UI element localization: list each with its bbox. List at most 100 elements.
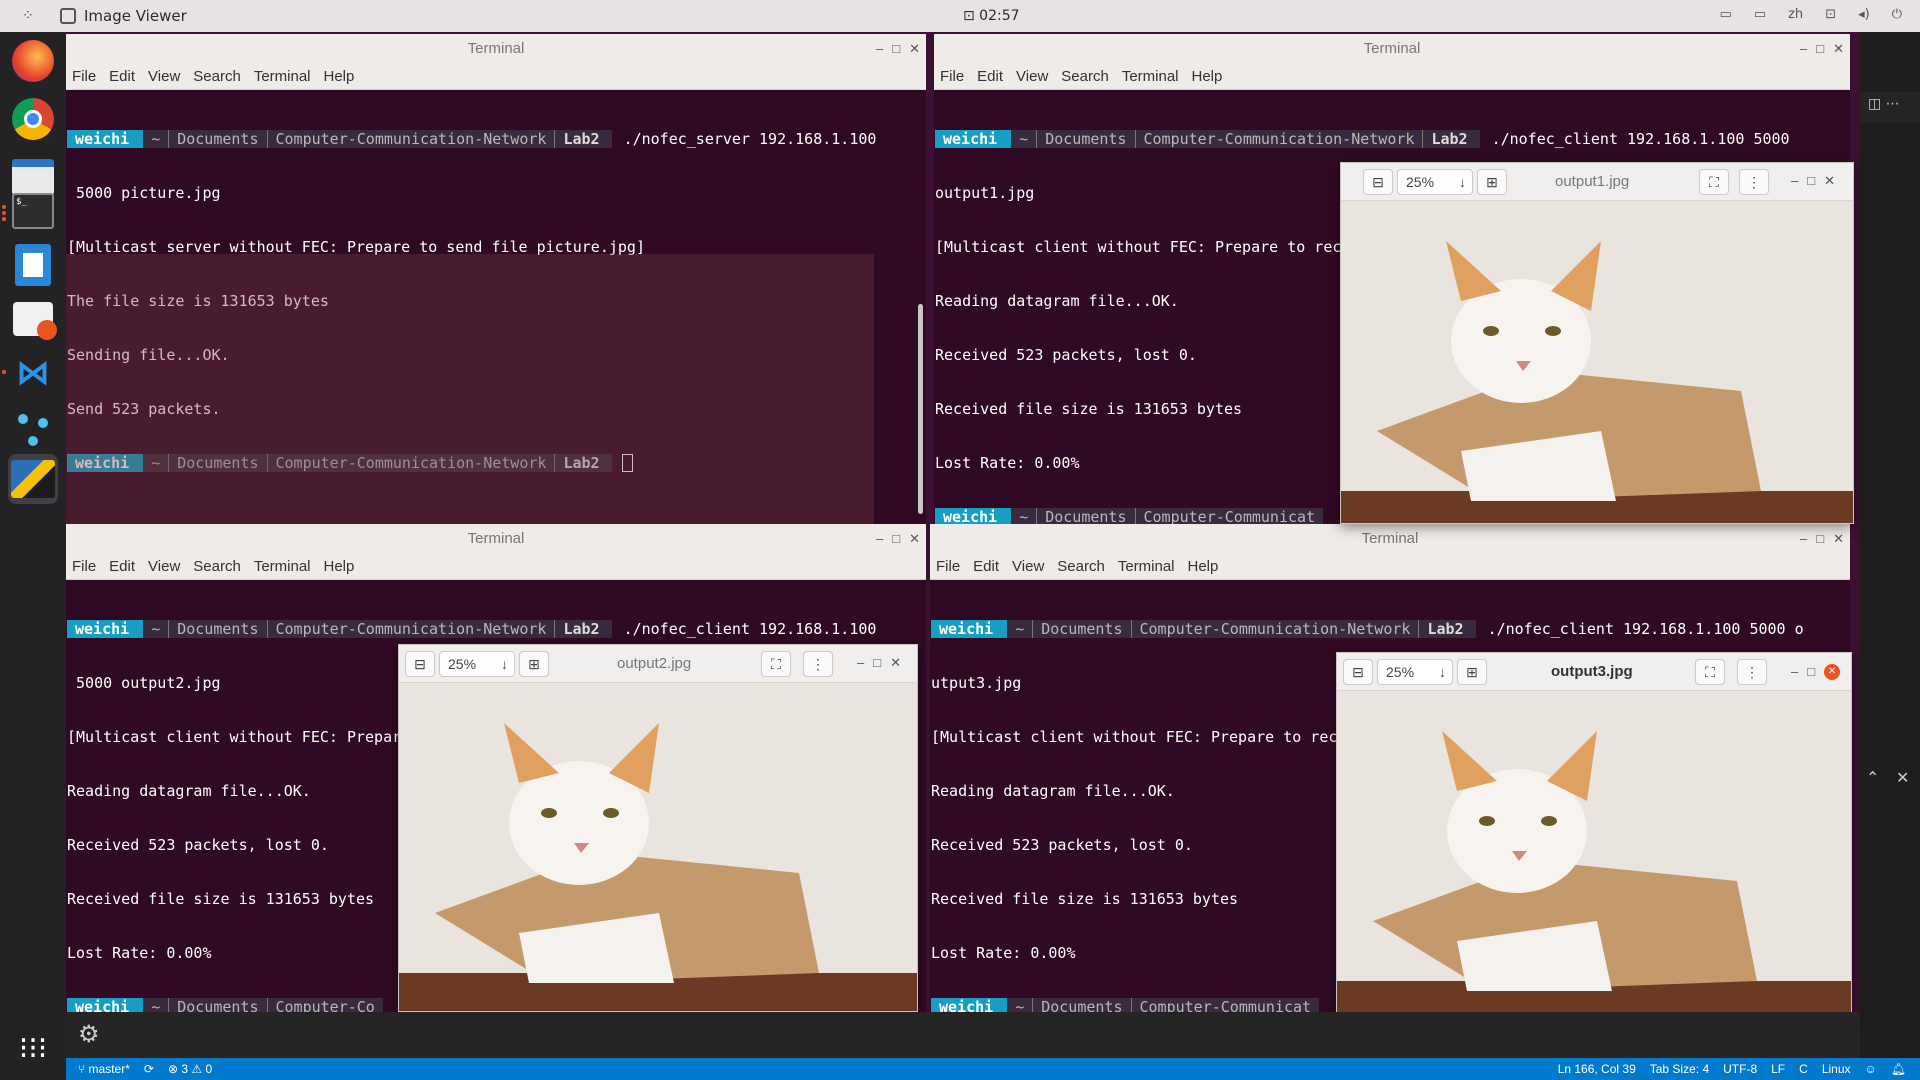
libreoffice-writer-icon[interactable] — [8, 240, 58, 290]
menu-edit[interactable]: Edit — [109, 558, 135, 575]
image-viewer-window[interactable]: ⊟ 25% ↓ ⊞ output3.jpg ⛶ ⋮ – □ ✕ — [1336, 652, 1852, 1014]
menu-icon[interactable]: ⋮ — [803, 651, 833, 677]
zoom-in-icon[interactable]: ⊞ — [1457, 659, 1487, 685]
image-viewer-icon[interactable] — [8, 454, 58, 504]
close-panel-icon[interactable]: ✕ — [1896, 768, 1909, 787]
tray-icon[interactable]: ▭ — [1754, 7, 1766, 22]
menu-terminal[interactable]: Terminal — [1118, 558, 1175, 575]
maximize-icon[interactable]: □ — [1816, 34, 1824, 64]
os-indicator[interactable]: Linux — [1822, 1062, 1851, 1076]
close-icon[interactable]: ✕ — [1833, 524, 1844, 554]
close-icon[interactable]: ✕ — [1833, 34, 1844, 64]
menu-help[interactable]: Help — [1188, 558, 1219, 575]
menu-file[interactable]: File — [940, 68, 964, 85]
menu-help[interactable]: Help — [324, 558, 355, 575]
menu-icon[interactable]: ⋮ — [1739, 169, 1769, 195]
fullscreen-icon[interactable]: ⛶ — [1699, 169, 1729, 195]
maximize-icon[interactable]: □ — [1816, 524, 1824, 554]
menu-edit[interactable]: Edit — [109, 68, 135, 85]
menu-help[interactable]: Help — [324, 68, 355, 85]
gear-icon[interactable]: ⚙ — [78, 1020, 100, 1048]
git-branch[interactable]: ⑂ master* — [78, 1062, 130, 1076]
line-ending[interactable]: LF — [1771, 1062, 1785, 1076]
image-viewer-window[interactable]: ⊟ 25% ↓ ⊞ output1.jpg ⛶ ⋮ – □ ✕ — [1340, 162, 1854, 524]
terminal-titlebar[interactable]: Terminal – □ ✕ — [66, 34, 926, 64]
minimize-icon[interactable]: – — [876, 524, 883, 554]
menu-view[interactable]: View — [1012, 558, 1044, 575]
show-applications-icon[interactable]: ⁝⁝⁝ — [8, 1024, 58, 1074]
minimize-icon[interactable]: – — [1800, 524, 1807, 554]
menu-view[interactable]: View — [148, 558, 180, 575]
menu-terminal[interactable]: Terminal — [1122, 68, 1179, 85]
fullscreen-icon[interactable]: ⛶ — [1695, 659, 1725, 685]
activities-icon[interactable]: ⁘ — [22, 8, 34, 24]
power-icon[interactable]: ⏻ — [1892, 7, 1902, 22]
notifications-icon[interactable]: 🔔︎ — [1891, 1062, 1906, 1076]
menu-search[interactable]: Search — [193, 68, 241, 85]
terminal-titlebar[interactable]: Terminal – □ ✕ — [66, 524, 926, 554]
terminal-window-server[interactable]: Terminal – □ ✕ File Edit View Search Terminal H… — [66, 34, 926, 524]
menu-edit[interactable]: Edit — [977, 68, 1003, 85]
split-editor-icon[interactable]: ◫ ⋯ — [1860, 92, 1920, 122]
clock[interactable]: ⊡ 02:57 — [963, 8, 1020, 24]
menu-view[interactable]: View — [1016, 68, 1048, 85]
viewer-headerbar[interactable]: ⊟ 25% ↓ ⊞ output3.jpg ⛶ ⋮ – □ ✕ — [1337, 653, 1851, 691]
maximize-icon[interactable]: □ — [1807, 173, 1815, 189]
tray-icon[interactable]: ▭ — [1720, 7, 1732, 22]
menu-file[interactable]: File — [936, 558, 960, 575]
image-viewer-window[interactable]: ⊟ 25% ↓ ⊞ output2.jpg ⛶ ⋮ – □ ✕ — [398, 644, 918, 1012]
terminal-icon[interactable]: $_ — [8, 186, 58, 236]
encoding[interactable]: UTF-8 — [1723, 1062, 1757, 1076]
chevron-up-icon[interactable]: ⌃ — [1866, 768, 1879, 787]
input-language[interactable]: zh — [1788, 7, 1803, 22]
terminal-titlebar[interactable]: Terminal – □ ✕ — [934, 34, 1850, 64]
menu-search[interactable]: Search — [1061, 68, 1109, 85]
chevron-down-icon[interactable]: ↓ — [501, 656, 508, 672]
menu-terminal[interactable]: Terminal — [254, 558, 311, 575]
minimize-icon[interactable]: – — [1791, 664, 1798, 680]
app-icon[interactable] — [8, 404, 58, 454]
menu-search[interactable]: Search — [1057, 558, 1105, 575]
chevron-down-icon[interactable]: ↓ — [1439, 664, 1446, 680]
menu-search[interactable]: Search — [193, 558, 241, 575]
viewer-headerbar[interactable]: ⊟ 25% ↓ ⊞ output1.jpg ⛶ ⋮ – □ ✕ — [1341, 163, 1853, 201]
zoom-out-icon[interactable]: ⊟ — [405, 651, 435, 677]
tab-size[interactable]: Tab Size: 4 — [1650, 1062, 1709, 1076]
volume-icon[interactable]: ◂) — [1858, 7, 1870, 22]
zoom-level-combo[interactable]: 25% ↓ — [1397, 169, 1473, 195]
chrome-icon[interactable] — [8, 94, 58, 144]
app-menu[interactable]: Image Viewer — [60, 7, 187, 25]
close-icon[interactable]: ✕ — [909, 524, 920, 554]
close-icon[interactable]: ✕ — [1824, 173, 1835, 189]
problems-indicator[interactable]: ⊗ 3 ⚠ 0 — [168, 1062, 212, 1076]
cursor-position[interactable]: Ln 166, Col 39 — [1558, 1062, 1636, 1076]
maximize-icon[interactable]: □ — [892, 524, 900, 554]
minimize-icon[interactable]: – — [857, 655, 864, 671]
scrollbar-thumb[interactable] — [918, 304, 923, 514]
menu-file[interactable]: File — [72, 558, 96, 575]
menu-terminal[interactable]: Terminal — [254, 68, 311, 85]
maximize-icon[interactable]: □ — [892, 34, 900, 64]
language-mode[interactable]: C — [1799, 1062, 1808, 1076]
firefox-icon[interactable] — [8, 36, 58, 86]
maximize-icon[interactable]: □ — [873, 655, 881, 671]
close-icon[interactable]: ✕ — [909, 34, 920, 64]
close-icon[interactable]: ✕ — [1824, 664, 1841, 680]
fullscreen-icon[interactable]: ⛶ — [761, 651, 791, 677]
zoom-out-icon[interactable]: ⊟ — [1343, 659, 1373, 685]
menu-view[interactable]: View — [148, 68, 180, 85]
minimize-icon[interactable]: – — [876, 34, 883, 64]
feedback-icon[interactable]: ☺ — [1865, 1062, 1877, 1076]
terminal-titlebar[interactable]: Terminal – □ ✕ — [930, 524, 1850, 554]
menu-edit[interactable]: Edit — [973, 558, 999, 575]
zoom-in-icon[interactable]: ⊞ — [519, 651, 549, 677]
zoom-level-combo[interactable]: 25% ↓ — [1377, 659, 1453, 685]
software-center-icon[interactable] — [8, 294, 58, 344]
maximize-icon[interactable]: □ — [1807, 664, 1815, 680]
network-icon[interactable]: ⊡ — [1825, 7, 1836, 22]
vscode-icon[interactable]: ⋈ — [8, 348, 58, 398]
viewer-headerbar[interactable]: ⊟ 25% ↓ ⊞ output2.jpg ⛶ ⋮ – □ ✕ — [399, 645, 917, 683]
menu-file[interactable]: File — [72, 68, 96, 85]
menu-icon[interactable]: ⋮ — [1737, 659, 1767, 685]
minimize-icon[interactable]: – — [1791, 173, 1798, 189]
